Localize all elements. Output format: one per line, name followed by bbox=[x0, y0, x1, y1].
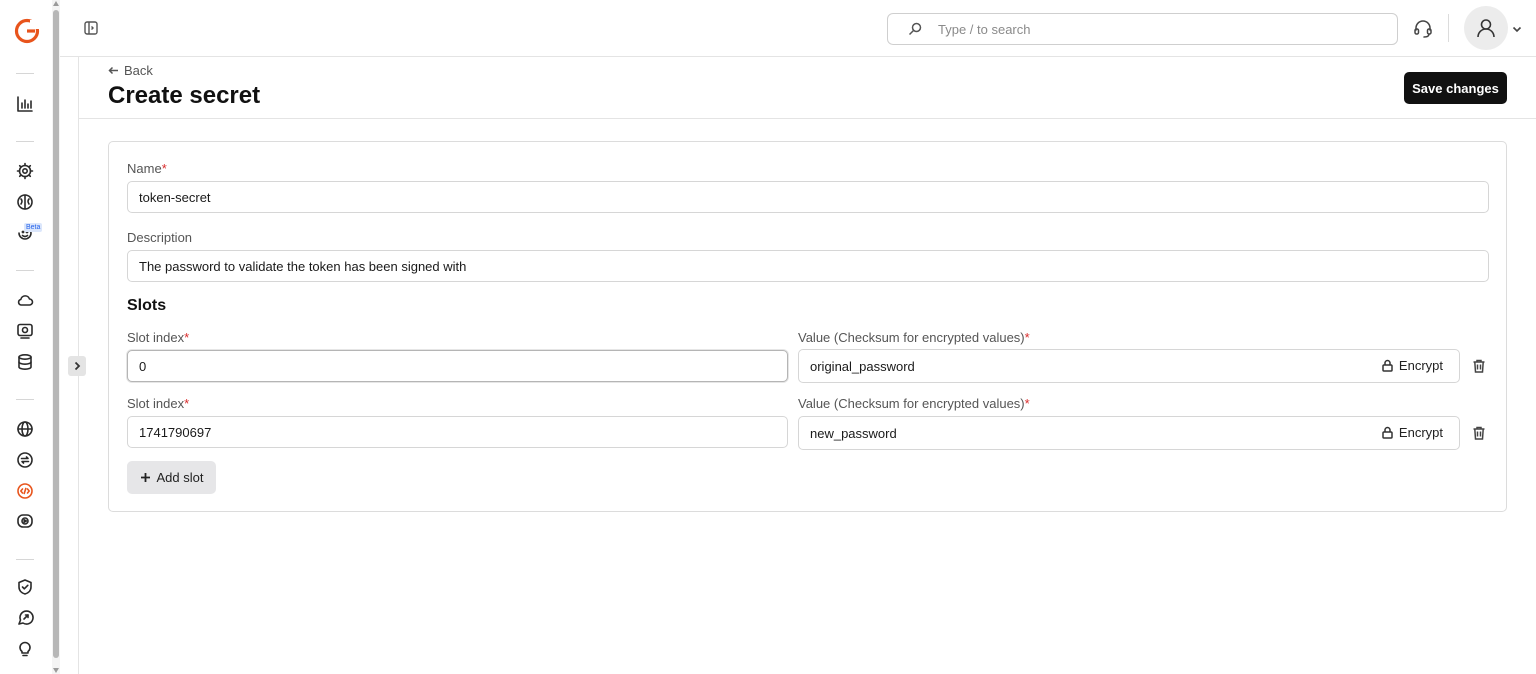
trash-icon[interactable] bbox=[1471, 425, 1487, 441]
rail-divider bbox=[16, 73, 34, 74]
shield-check-icon[interactable] bbox=[14, 576, 36, 598]
search-icon bbox=[908, 22, 922, 36]
back-link[interactable]: Back bbox=[108, 63, 153, 78]
slot-value-label: Value (Checksum for encrypted values)* bbox=[798, 330, 1030, 345]
chevron-down-icon[interactable] bbox=[1511, 22, 1523, 34]
arrow-left-icon bbox=[108, 66, 118, 75]
name-field[interactable] bbox=[127, 181, 1489, 213]
encrypt-button-label: Encrypt bbox=[1398, 358, 1443, 373]
rail-divider bbox=[16, 559, 34, 560]
encrypt-button[interactable]: Encrypt bbox=[1381, 425, 1443, 440]
search-box[interactable] bbox=[887, 13, 1398, 45]
page-title: Create secret bbox=[108, 82, 261, 109]
lightbulb-icon[interactable] bbox=[14, 638, 36, 660]
encrypt-button[interactable]: Encrypt bbox=[1381, 358, 1443, 373]
slot-value-input[interactable] bbox=[799, 350, 1339, 382]
search-input[interactable] bbox=[938, 21, 1338, 37]
back-link-label: Back bbox=[124, 63, 153, 78]
headset-support-icon[interactable] bbox=[1412, 18, 1434, 40]
slot-index-label: Slot index* bbox=[127, 396, 190, 411]
page-scrollbar[interactable] bbox=[52, 0, 60, 674]
rail-divider bbox=[16, 141, 34, 142]
plus-icon bbox=[140, 473, 150, 482]
globe-icon[interactable] bbox=[14, 418, 36, 440]
sidebar-toggle-icon[interactable] bbox=[84, 21, 98, 35]
user-icon bbox=[1477, 19, 1495, 38]
rail-divider bbox=[16, 399, 34, 400]
slot-index-input[interactable] bbox=[127, 416, 788, 448]
media-play-icon[interactable] bbox=[14, 510, 36, 532]
expand-panel-button[interactable] bbox=[68, 356, 86, 376]
chevron-right-icon bbox=[74, 361, 81, 371]
lock-icon bbox=[1382, 426, 1393, 439]
page-header-divider bbox=[79, 118, 1536, 119]
description-label: Description bbox=[127, 230, 193, 245]
slot-value-label: Value (Checksum for encrypted values)* bbox=[798, 396, 1030, 411]
slot-index-input[interactable] bbox=[127, 350, 788, 382]
icon-rail: Beta bbox=[0, 0, 52, 674]
database-icon[interactable] bbox=[14, 351, 36, 373]
rail-divider bbox=[16, 270, 34, 271]
name-label: Name* bbox=[127, 161, 167, 176]
top-header bbox=[60, 0, 1536, 57]
feedback-icon[interactable] bbox=[14, 607, 36, 629]
lock-icon bbox=[1382, 359, 1393, 372]
encrypt-button-label: Encrypt bbox=[1398, 425, 1443, 440]
trash-icon[interactable] bbox=[1471, 358, 1487, 374]
user-avatar[interactable] bbox=[1464, 6, 1508, 50]
slot-index-label: Slot index* bbox=[127, 330, 190, 345]
monitor-settings-icon[interactable] bbox=[14, 320, 36, 342]
add-slot-button[interactable]: Add slot bbox=[127, 461, 216, 494]
add-slot-label: Add slot bbox=[156, 470, 204, 485]
save-changes-button[interactable]: Save changes bbox=[1404, 72, 1507, 104]
analytics-chart-icon[interactable] bbox=[14, 93, 36, 115]
code-secrets-icon[interactable] bbox=[14, 480, 36, 502]
header-divider bbox=[1448, 14, 1449, 42]
slot-value-field: Encrypt bbox=[798, 349, 1460, 383]
gear-chip-icon[interactable] bbox=[14, 160, 36, 182]
slots-section-title: Slots bbox=[127, 297, 167, 314]
beta-badge: Beta bbox=[24, 223, 43, 232]
scroll-down-arrow-icon[interactable] bbox=[53, 668, 59, 673]
sync-icon[interactable] bbox=[14, 449, 36, 471]
scroll-up-arrow-icon[interactable] bbox=[53, 1, 59, 6]
app-logo-icon[interactable] bbox=[14, 18, 40, 44]
brain-icon[interactable] bbox=[14, 191, 36, 213]
secret-form-card: Name* Description Slots Slot index* Valu… bbox=[108, 141, 1507, 512]
description-field[interactable] bbox=[127, 250, 1489, 282]
cloud-icon[interactable] bbox=[14, 289, 36, 311]
slot-value-input[interactable] bbox=[799, 417, 1339, 449]
slot-value-field: Encrypt bbox=[798, 416, 1460, 450]
scrollbar-thumb[interactable] bbox=[53, 10, 59, 658]
